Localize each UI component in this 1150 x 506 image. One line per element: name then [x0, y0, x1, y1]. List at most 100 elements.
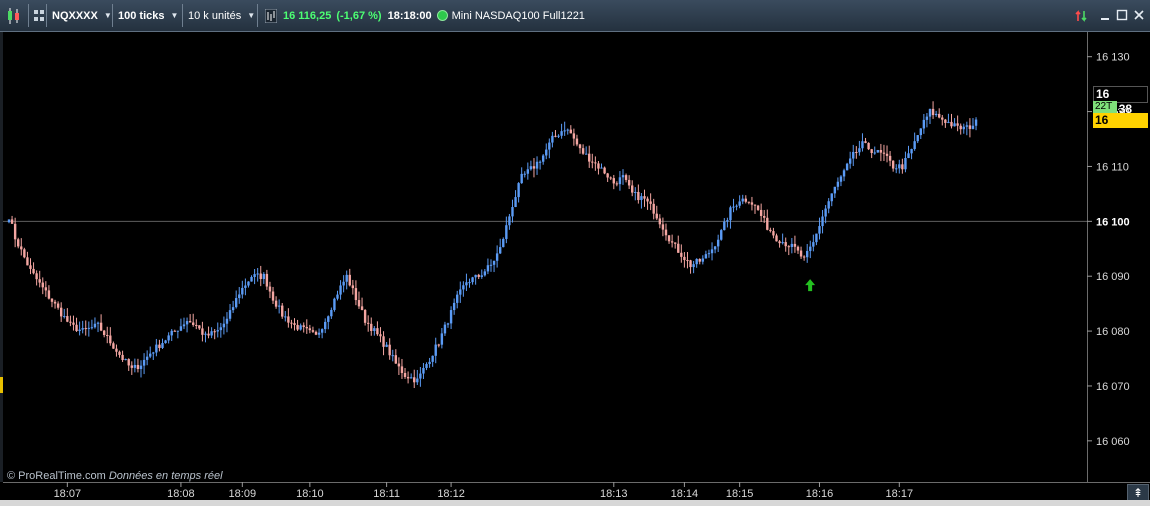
candle [962, 123, 965, 134]
candle [366, 315, 370, 332]
candle [941, 114, 944, 126]
candle [56, 301, 60, 310]
candle [354, 280, 358, 306]
candle [324, 318, 327, 334]
candle [483, 269, 487, 277]
candle [947, 113, 950, 124]
candle [480, 269, 483, 279]
candle [394, 349, 398, 364]
candle [575, 134, 579, 147]
candle [713, 245, 717, 254]
candle [336, 290, 339, 301]
status-dot-icon [436, 10, 448, 21]
candle [241, 280, 244, 299]
candle [686, 252, 689, 269]
candle [750, 196, 754, 211]
candle [317, 328, 321, 339]
candle [652, 198, 655, 220]
candle [422, 362, 425, 380]
candle [649, 193, 652, 211]
candle [959, 123, 962, 135]
candle [802, 255, 806, 261]
price-chart-icon[interactable] [265, 0, 277, 31]
units-dropdown[interactable]: 10 k unités ▼ [188, 0, 255, 31]
candle [281, 302, 284, 319]
candle [508, 213, 511, 230]
candle [419, 367, 422, 387]
candle [545, 143, 548, 160]
candle [139, 360, 143, 378]
candle [956, 115, 959, 132]
sync-arrows-icon[interactable] [1075, 9, 1089, 23]
candle [142, 353, 146, 375]
candle [784, 237, 787, 252]
candle [93, 317, 97, 329]
candle [904, 151, 907, 173]
x-tick-label: 18:08 [167, 488, 195, 500]
candle [796, 245, 800, 254]
candle [692, 260, 695, 274]
candle [465, 273, 468, 291]
minimize-icon[interactable] [1098, 9, 1112, 23]
candle [787, 245, 790, 256]
candle [10, 215, 14, 225]
last-price: 16 116,25 [283, 9, 332, 22]
candle [931, 101, 935, 119]
candle [701, 255, 705, 265]
watermark: © ProRealTime.com Données en temps réel [7, 470, 223, 482]
candle [631, 180, 634, 197]
candle [130, 361, 133, 375]
candle [824, 205, 827, 224]
candle [502, 237, 505, 248]
candle [839, 175, 843, 187]
candle [720, 228, 723, 241]
candle [486, 258, 490, 275]
candle [308, 324, 312, 334]
candle [145, 350, 149, 366]
close-icon[interactable] [1132, 9, 1146, 23]
candle [459, 281, 462, 303]
interval-dropdown[interactable]: 100 ticks ▼ [118, 0, 178, 31]
x-tick-label: 18:10 [296, 488, 324, 500]
candle [351, 279, 355, 295]
candle [677, 235, 680, 253]
maximize-icon[interactable] [1115, 9, 1129, 23]
candle [517, 182, 520, 203]
x-tick-label: 18:16 [806, 488, 834, 500]
candle [609, 176, 612, 181]
candle [646, 196, 649, 210]
candle [474, 274, 477, 285]
settings-grid-icon[interactable] [34, 0, 44, 31]
candle [643, 189, 646, 207]
candle [133, 358, 137, 373]
candle [624, 173, 628, 183]
candlestick-chart[interactable]: 16 13016 12016 11016 10016 09016 08016 0… [0, 32, 1150, 500]
candle [167, 332, 170, 344]
candle [600, 163, 603, 169]
y-tick-label: 16 080 [1096, 326, 1130, 338]
candle [311, 326, 315, 333]
candle [406, 371, 410, 384]
y-tick-label: 16 130 [1096, 52, 1130, 64]
y-tick-label: 16 100 [1096, 216, 1130, 228]
symbol-dropdown[interactable]: NQXXXX ▼ [52, 0, 112, 31]
candle [683, 252, 686, 268]
candle [670, 234, 674, 248]
candle [299, 323, 302, 331]
candle [621, 169, 625, 185]
candle [505, 216, 508, 244]
candle [852, 144, 855, 167]
x-tick-label: 18:13 [600, 488, 628, 500]
candle [287, 308, 290, 328]
candlestick-chart-icon[interactable] [6, 0, 22, 31]
candle [333, 297, 336, 312]
candle [664, 223, 668, 241]
candle [821, 210, 824, 234]
candle [735, 204, 738, 211]
candle [213, 329, 216, 340]
candle [330, 307, 333, 319]
candle [772, 227, 775, 239]
ticks-counter-label: 22T [1093, 101, 1117, 113]
candle [164, 339, 167, 344]
candle [207, 326, 210, 339]
